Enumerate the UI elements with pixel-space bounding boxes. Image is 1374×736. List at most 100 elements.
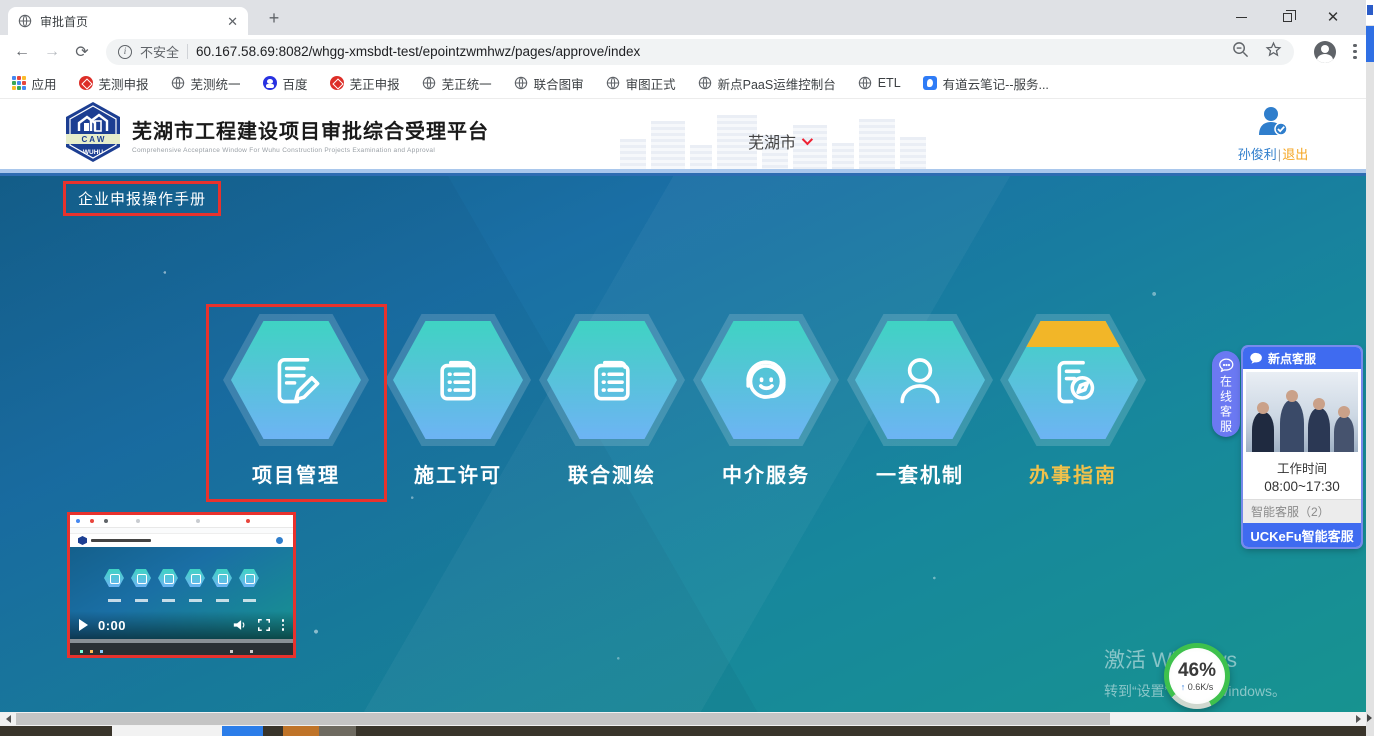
bookmark-item[interactable]: 审图正式 (606, 74, 676, 93)
bookmark-item[interactable]: 芜测统一 (171, 74, 241, 93)
mini-site-header (70, 534, 293, 547)
doc-edit-icon (260, 344, 332, 416)
online-service-label: 在线客服 (1218, 375, 1235, 435)
bookmark-item[interactable]: ETL (858, 76, 901, 90)
red-badge-icon (330, 76, 344, 90)
minimize-button[interactable] (1218, 0, 1264, 35)
main-content: 企业申报操作手册 项目管理 (0, 176, 1374, 712)
city-label: 芜湖市 (748, 129, 796, 153)
scroll-left-button[interactable] (0, 712, 16, 726)
tab-close-icon[interactable]: ✕ (227, 15, 238, 28)
bookmark-item[interactable]: 联合图审 (514, 74, 584, 93)
zoom-out-icon[interactable] (1232, 41, 1249, 63)
reload-button[interactable]: ⟳ (68, 38, 96, 66)
globe-icon (858, 76, 872, 90)
module-construction-permit[interactable]: 施工许可 (373, 314, 543, 488)
bookmark-item[interactable]: 芜测申报 (79, 74, 149, 93)
module-label: 施工许可 (373, 459, 543, 488)
security-label: 不安全 (140, 42, 179, 61)
bookmark-item[interactable]: 新点PaaS运维控制台 (698, 74, 836, 93)
volume-icon[interactable] (233, 619, 246, 631)
online-service-tab[interactable]: 在线客服 (1212, 351, 1240, 437)
note-icon (923, 76, 937, 90)
scrollbar-thumb[interactable] (16, 713, 1110, 725)
restore-button[interactable] (1264, 0, 1310, 35)
module-label: 联合测绘 (527, 459, 697, 488)
chat-bubble-icon (1219, 358, 1234, 372)
module-label: 办事指南 (988, 459, 1158, 488)
back-button[interactable]: ← (8, 38, 36, 66)
horizontal-scrollbar[interactable] (0, 712, 1374, 726)
tutorial-video-player[interactable]: 0:00 (67, 512, 296, 658)
user-divider: | (1278, 147, 1281, 162)
headset-icon (729, 343, 803, 417)
globe-icon (171, 76, 185, 90)
bookmark-item[interactable]: 芜正统一 (422, 74, 492, 93)
upload-arrow-icon: ↑ (1181, 682, 1186, 692)
video-controls: 0:00 (70, 611, 293, 639)
play-icon[interactable] (79, 619, 88, 631)
background-window-edge (1366, 0, 1374, 736)
user-block: 孙俊利|退出 (1228, 105, 1318, 163)
close-button[interactable]: ✕ (1310, 0, 1356, 35)
video-time: 0:00 (98, 618, 126, 633)
browser-window: 审批首页 ✕ + ✕ ← → ⟳ i 不安全 60.167.58.69:8082… (0, 0, 1374, 736)
module-one-mechanism[interactable]: 一套机制 (835, 314, 1005, 488)
bookmarks-bar: 应用 芜测申报 芜测统一 百度 芜正申报 芜正统一 联合图审 审图正式 新点Pa… (0, 68, 1374, 99)
logo-wuhu-text: WUHU (83, 149, 104, 156)
service-panel-header: 新点客服 (1243, 347, 1361, 369)
window-controls: ✕ (1218, 0, 1356, 35)
bookmark-star-icon[interactable] (1265, 41, 1282, 63)
module-service-guide[interactable]: 办事指南 (988, 314, 1158, 488)
module-label: 中介服务 (681, 459, 851, 488)
fullscreen-icon[interactable] (258, 619, 270, 631)
globe-icon (698, 76, 712, 90)
module-project-management[interactable]: 项目管理 (211, 314, 381, 488)
word-icon (1367, 5, 1373, 15)
address-divider (187, 44, 188, 59)
globe-icon (606, 76, 620, 90)
city-selector[interactable]: 芜湖市 (748, 129, 810, 153)
new-tab-button[interactable]: + (262, 6, 286, 30)
folder-list-icon (422, 344, 494, 416)
page-title: 芜湖市工程建设项目审批综合受理平台 (132, 115, 489, 144)
logout-link[interactable]: 退出 (1282, 147, 1308, 162)
smart-service-row[interactable]: 智能客服（2） (1243, 499, 1361, 523)
close-icon: ✕ (1327, 10, 1340, 25)
tab-title: 审批首页 (40, 13, 219, 30)
url-text[interactable]: 60.167.58.69:8082/whgg-xmsbdt-test/epoin… (196, 44, 1224, 59)
minimize-icon (1236, 17, 1247, 18)
module-label: 项目管理 (211, 459, 381, 488)
speed-monitor-widget[interactable]: 46% ↑ 0.6K/s (1164, 643, 1230, 709)
taskbar-sliver (0, 726, 1374, 736)
tab-approve-home[interactable]: 审批首页 ✕ (8, 7, 248, 35)
mini-browser-chrome (70, 515, 293, 528)
mini-taskbar (70, 639, 293, 655)
apps-launcher[interactable]: 应用 (12, 74, 57, 93)
module-joint-surveying[interactable]: 联合测绘 (527, 314, 697, 488)
user-name[interactable]: 孙俊利 (1238, 147, 1277, 162)
baidu-icon (263, 76, 277, 90)
work-time-label: 工作时间 (1243, 458, 1361, 477)
bookmark-item[interactable]: 百度 (263, 74, 308, 93)
logo-caw-text: C A W (82, 135, 105, 144)
bookmark-item[interactable]: 芜正申报 (330, 74, 400, 93)
user-avatar-icon (1256, 105, 1290, 137)
tab-strip: 审批首页 ✕ + ✕ (0, 0, 1374, 35)
folder-list-icon (576, 344, 648, 416)
globe-icon (514, 76, 528, 90)
network-speed: 0.6K/s (1188, 682, 1214, 692)
browser-menu-icon[interactable] (1346, 44, 1364, 60)
uckefu-service-button[interactable]: UCKeFu智能客服 (1243, 523, 1361, 547)
profile-avatar[interactable] (1314, 41, 1336, 63)
enterprise-manual-link[interactable]: 企业申报操作手册 (63, 181, 221, 216)
scroll-right-button[interactable] (1350, 712, 1366, 726)
address-bar[interactable]: i 不安全 60.167.58.69:8082/whgg-xmsbdt-test… (106, 39, 1294, 65)
site-header: C A W WUHU 芜湖市工程建设项目审批综合受理平台 Comprehensi… (0, 99, 1374, 169)
service-panel-title: 新点客服 (1268, 350, 1316, 367)
forward-button[interactable]: → (38, 38, 66, 66)
info-icon[interactable]: i (118, 45, 132, 59)
module-intermediary-service[interactable]: 中介服务 (681, 314, 851, 488)
video-menu-icon[interactable] (282, 619, 285, 631)
bookmark-item[interactable]: 有道云笔记--服务... (923, 74, 1049, 93)
